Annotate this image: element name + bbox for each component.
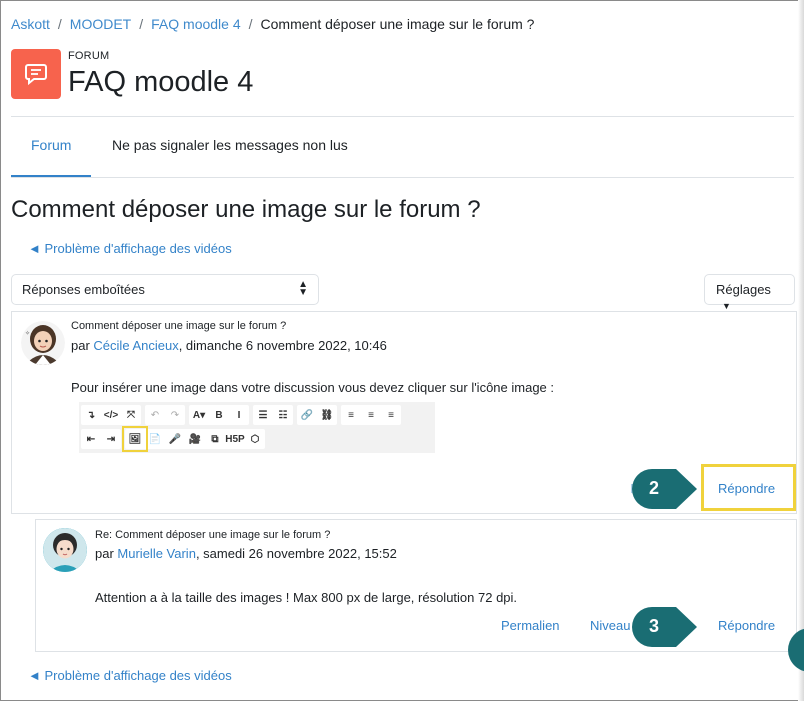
toolbar-group: 🖼 📄 🎤 🎥 ⧉ H5P ⬡	[122, 426, 265, 452]
undo-icon: ↶	[150, 409, 160, 421]
font-color-icon: A▾	[192, 409, 206, 421]
breadcrumb-item-faq[interactable]: FAQ moodle 4	[151, 16, 241, 32]
permalink-link[interactable]: Permalien	[501, 618, 560, 633]
post-date: , dimanche 6 novembre 2022, 10:46	[178, 338, 387, 353]
h5p-icon: H5P	[225, 433, 245, 445]
post-meta: par Murielle Varin, samedi 26 novembre 2…	[95, 546, 397, 561]
reply-button[interactable]: Répondre	[718, 481, 775, 496]
level-link[interactable]: Niveau	[590, 618, 630, 633]
author-link[interactable]: Cécile Ancieux	[93, 338, 178, 353]
unlink-icon: ⛓	[320, 409, 334, 421]
align-right-icon: ≡	[388, 409, 394, 421]
numbered-list-icon: ☷	[278, 409, 288, 421]
breadcrumb-separator: /	[57, 16, 62, 32]
align-center-icon: ≡	[368, 409, 374, 421]
post-body: Pour insérer une image dans votre discus…	[71, 380, 555, 395]
bold-icon: B	[215, 409, 223, 421]
manage-files-icon: ⧉	[211, 433, 219, 445]
post-subject: Comment déposer une image sur le forum ?	[71, 320, 287, 332]
toolbar-group: ↶ ↷	[145, 405, 185, 425]
toolbar-group: 🔗 ⛓	[297, 405, 337, 425]
redo-line-icon: ↴	[86, 409, 96, 421]
breadcrumb-current: Comment déposer une image sur le forum ?	[260, 16, 535, 32]
reply-button[interactable]: Répondre	[718, 618, 775, 633]
align-left-icon: ≡	[348, 409, 354, 421]
breadcrumb-separator: /	[139, 16, 144, 32]
activity-type-label: FORUM	[68, 50, 110, 62]
breadcrumb: Askott / MOODET / FAQ moodle 4 / Comment dépos…	[11, 16, 534, 32]
media-icon: 📄	[148, 433, 162, 445]
step-number: 3	[648, 615, 659, 636]
right-edge-shadow	[798, 0, 804, 701]
step-badge: 3	[632, 606, 697, 647]
page-title: FAQ moodle 4	[68, 66, 254, 98]
post-by: par	[95, 546, 114, 561]
step-badge: 2	[632, 468, 697, 509]
toolbar-group: ↴ </> ⤧	[81, 405, 141, 425]
previous-discussion-link[interactable]: ◄ Problème d'affichage des vidéos	[28, 241, 232, 256]
chevron-down-icon: ▼	[722, 301, 731, 311]
post-date: , samedi 26 novembre 2022, 15:52	[195, 546, 397, 561]
display-mode-value: Réponses emboîtées	[22, 282, 145, 297]
toolbar-group: ≡ ≡ ≡	[341, 405, 401, 425]
tab-mark-unread[interactable]: Ne pas signaler les messages non lus	[112, 137, 348, 153]
breadcrumb-separator: /	[248, 16, 253, 32]
indent-icon: ⇥	[106, 433, 116, 445]
select-arrows-icon: ▲ ▼	[298, 279, 308, 298]
avatar	[43, 528, 87, 572]
settings-label: Réglages	[716, 282, 771, 297]
toolbar-group: ☰ ☷	[253, 405, 293, 425]
forum-icon	[11, 49, 61, 99]
post-meta: par Cécile Ancieux, dimanche 6 novembre …	[71, 338, 387, 353]
toolbar-row: ⇤ ⇥ 🖼 📄 🎤 🎥 ⧉ H5P ⬡	[81, 426, 265, 452]
breadcrumb-item-askott[interactable]: Askott	[11, 16, 50, 32]
bullet-list-icon: ☰	[258, 409, 268, 421]
editor-toolbar-image: ↴ </> ⤧ ↶ ↷ A▾ B I ☰ ☷ 🔗 ⛓ ≡ ≡ ≡ ⇤ ⇥ 🖼 📄 🎤 🎥 ⧉ H5P ⬡	[79, 402, 435, 453]
avatar: ✧	[21, 321, 65, 365]
discussion-title: Comment déposer une image sur le forum ?	[11, 196, 481, 223]
outdent-icon: ⇤	[86, 433, 96, 445]
fullscreen-icon: ⤧	[127, 409, 135, 421]
toolbar-group: A▾ B I	[189, 405, 249, 425]
post-body: Attention a à la taille des images ! Max…	[95, 590, 518, 605]
svg-text:✧: ✧	[25, 330, 30, 337]
content-bank-icon: ⬡	[250, 433, 260, 445]
post-subject: Re: Comment déposer une image sur le for…	[95, 529, 331, 541]
author-link[interactable]: Murielle Varin	[117, 546, 196, 561]
toolbar-group: ⇤ ⇥	[81, 429, 121, 449]
link-icon: 🔗	[300, 409, 314, 421]
toolbar-row: ↴ </> ⤧ ↶ ↷ A▾ B I ☰ ☷ 🔗 ⛓ ≡ ≡ ≡	[81, 405, 401, 425]
redo-icon: ↷	[170, 409, 180, 421]
next-discussion-link[interactable]: ◄ Problème d'affichage des vidéos	[28, 668, 232, 683]
settings-button[interactable]: Réglages ▼	[704, 274, 795, 311]
step-number: 2	[648, 477, 659, 498]
divider	[11, 116, 794, 117]
tabs-divider	[11, 177, 794, 178]
record-audio-icon: 🎤	[168, 433, 182, 445]
html-icon: </>	[103, 409, 119, 421]
post-by: par	[71, 338, 90, 353]
image-icon: 🖼	[122, 426, 148, 452]
record-video-icon: 🎥	[188, 433, 202, 445]
breadcrumb-item-moodet[interactable]: MOODET	[70, 16, 131, 32]
italic-icon: I	[237, 409, 241, 421]
tab-forum[interactable]: Forum	[31, 137, 71, 153]
display-mode-select[interactable]: Réponses emboîtées ▲ ▼	[11, 274, 319, 305]
